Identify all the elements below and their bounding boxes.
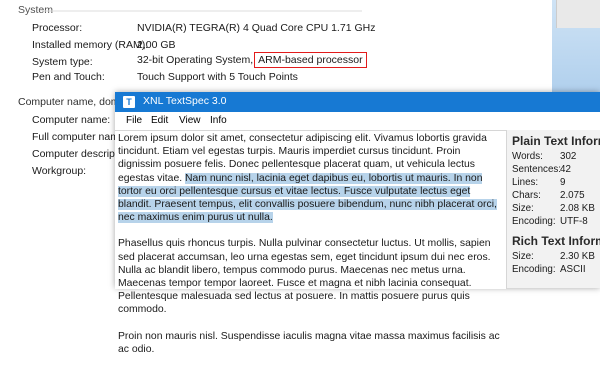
app-icon: T (123, 96, 135, 108)
sentences-label: Sentences: (512, 164, 562, 175)
window-control-button[interactable] (556, 0, 600, 28)
text-editor[interactable]: Lorem ipsum dolor sit amet, consectetur … (115, 130, 507, 355)
lines-label: Lines: (512, 177, 539, 188)
words-label: Words: (512, 151, 543, 162)
chars-label: Chars: (512, 190, 541, 201)
rich-size-label: Size: (512, 251, 534, 262)
chars-value: 2.075 (560, 190, 585, 201)
memory-value: 2,00 GB (137, 39, 176, 51)
system-type-text: 32-bit Operating System, (137, 54, 254, 66)
paragraph-2: Phasellus quis rhoncus turpis. Nulla pul… (118, 238, 491, 316)
menu-bar: File Edit View Info (115, 112, 600, 130)
pen-touch-value: Touch Support with 5 Touch Points (137, 71, 298, 83)
rich-encoding-label: Encoding: (512, 264, 556, 275)
plain-size-label: Size: (512, 203, 534, 214)
processor-value: NVIDIA(R) TEGRA(R) 4 Quad Core CPU 1.71 … (137, 22, 376, 34)
rich-size-value: 2.30 KB (560, 251, 595, 262)
plain-encoding-value: UTF-8 (560, 216, 588, 227)
system-type-value: 32-bit Operating System, ARM-based proces… (137, 52, 367, 68)
title-bar[interactable]: T XNL TextSpec 3.0 (115, 92, 600, 112)
menu-info[interactable]: Info (210, 115, 227, 126)
workgroup-label: Workgroup: (32, 165, 87, 177)
editor-content[interactable]: Lorem ipsum dolor sit amet, consectetur … (118, 132, 502, 369)
memory-label: Installed memory (RAM): (32, 39, 149, 51)
menu-file[interactable]: File (126, 115, 142, 126)
plain-text-info-heading: Plain Text Inform (512, 134, 600, 148)
section-divider (42, 10, 362, 12)
processor-label: Processor: (32, 22, 83, 34)
rich-text-info-heading: Rich Text Inform (512, 234, 600, 248)
menu-edit[interactable]: Edit (151, 115, 168, 126)
computer-name-label: Computer name: (32, 114, 111, 126)
full-computer-name-label: Full computer name: (32, 131, 128, 143)
sentences-value: 42 (560, 164, 571, 175)
menu-view[interactable]: View (179, 115, 201, 126)
textspec-window: T XNL TextSpec 3.0 File Edit View Info L… (115, 92, 600, 355)
words-value: 302 (560, 151, 577, 162)
plain-size-value: 2.08 KB (560, 203, 595, 214)
pen-touch-label: Pen and Touch: (32, 71, 105, 83)
paragraph-1: Lorem ipsum dolor sit amet, consectetur … (118, 132, 502, 224)
paragraph-3: Proin non mauris nisl. Suspendisse iacul… (118, 330, 500, 355)
rich-encoding-value: ASCII (560, 264, 586, 275)
window-title: XNL TextSpec 3.0 (143, 95, 227, 107)
plain-encoding-label: Encoding: (512, 216, 556, 227)
system-type-label: System type: (32, 56, 93, 68)
info-panel: Plain Text Inform Words: 302 Sentences: … (507, 130, 600, 288)
arm-processor-highlight: ARM-based processor (254, 52, 367, 68)
lines-value: 9 (560, 177, 566, 188)
